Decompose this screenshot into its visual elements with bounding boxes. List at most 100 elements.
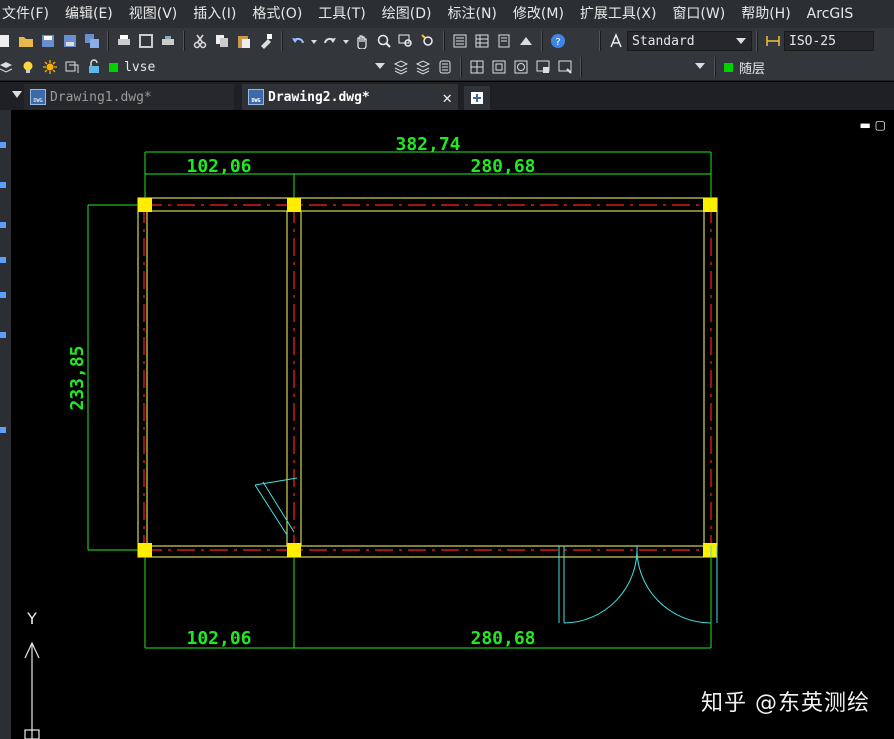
column-top-middle <box>287 198 301 212</box>
drawing-canvas[interactable]: ▬ ▢ 382,74 102,06 280,68 233,85 102,06 2… <box>11 110 894 739</box>
redo-dropdown-icon[interactable] <box>342 31 350 51</box>
zoom-previous-icon[interactable] <box>418 31 438 51</box>
markup-icon[interactable] <box>516 31 536 51</box>
cut-icon[interactable] <box>190 31 210 51</box>
redo-icon[interactable] <box>320 31 340 51</box>
new-drawing-icon <box>471 92 483 104</box>
layer-previous-icon[interactable] <box>413 57 433 77</box>
centerlines <box>143 204 712 551</box>
new-file-icon[interactable] <box>0 31 14 51</box>
help-icon[interactable]: ? <box>548 31 568 51</box>
toolbar-separator <box>443 31 445 51</box>
palette-marker-icon[interactable] <box>0 257 6 263</box>
menu-format[interactable]: 格式(O) <box>244 0 310 28</box>
dim-overall-top: 382,74 <box>395 134 460 155</box>
menu-dimension[interactable]: 标注(N) <box>440 0 505 28</box>
left-tool-palette <box>0 82 11 739</box>
undo-icon[interactable] <box>288 31 308 51</box>
menu-draw[interactable]: 绘图(D) <box>374 0 440 28</box>
toolbar-separator <box>756 31 758 51</box>
entry-door-left-swing <box>563 545 638 624</box>
menu-edit[interactable]: 编辑(E) <box>57 0 121 28</box>
palette-marker-icon[interactable] <box>0 427 6 433</box>
chevron-down-icon <box>695 63 705 69</box>
menu-file[interactable]: 文件(F) <box>0 0 57 28</box>
zoom-realtime-icon[interactable] <box>374 31 394 51</box>
layer-name: lvse <box>124 59 156 75</box>
color-swatch <box>724 62 733 72</box>
properties-icon[interactable] <box>450 31 470 51</box>
dim-bottom-left: 102,06 <box>186 628 251 649</box>
entry-door-right-swing <box>636 545 712 624</box>
dim-line-left-height <box>87 204 138 551</box>
paste-icon[interactable] <box>234 31 254 51</box>
dimension-style-select[interactable]: ISO-25 <box>784 31 874 51</box>
toolbar-separator <box>580 57 582 77</box>
toolbar-separator <box>599 31 601 51</box>
tab-drawing1[interactable]: DWG Drawing1.dwg* <box>24 84 234 110</box>
dwg-file-icon: DWG <box>30 89 46 105</box>
tool-palette-icon[interactable] <box>494 31 514 51</box>
menu-help[interactable]: 帮助(H) <box>733 0 798 28</box>
layer-on-bulb-icon[interactable] <box>18 57 38 77</box>
undo-dropdown-icon[interactable] <box>310 31 318 51</box>
viewport-polygon-icon[interactable] <box>511 57 531 77</box>
make-current-layer-icon[interactable] <box>391 57 411 77</box>
design-center-icon[interactable] <box>472 31 492 51</box>
color-select[interactable]: 随层 <box>720 57 870 77</box>
menu-arcgis[interactable]: ArcGIS <box>799 0 862 28</box>
menu-view[interactable]: 视图(V) <box>121 0 186 28</box>
viewport-single-icon[interactable] <box>467 57 487 77</box>
pan-hand-icon[interactable] <box>352 31 372 51</box>
viewport-window-icon[interactable] <box>555 57 575 77</box>
menu-modify[interactable]: 修改(M) <box>505 0 572 28</box>
new-tab-button[interactable] <box>464 86 490 110</box>
layer-lock-icon[interactable] <box>84 57 104 77</box>
save-as-icon[interactable] <box>60 31 80 51</box>
viewport-clip-icon[interactable] <box>489 57 509 77</box>
palette-marker-icon[interactable] <box>0 142 6 148</box>
print-icon[interactable] <box>114 31 134 51</box>
menu-extensions[interactable]: 扩展工具(X) <box>572 0 665 28</box>
open-folder-icon[interactable] <box>16 31 36 51</box>
menu-window[interactable]: 窗口(W) <box>664 0 733 28</box>
watermark-text: 知乎 @东英测绘 <box>701 691 870 716</box>
tab-list-dropdown-icon[interactable] <box>12 91 22 98</box>
floor-plan-drawing: 382,74 102,06 280,68 233,85 102,06 280,6… <box>24 134 718 739</box>
dim-line-top-segments <box>145 173 711 198</box>
chevron-down-icon <box>375 63 385 69</box>
zoom-window-icon[interactable] <box>396 31 416 51</box>
viewport-scale-select[interactable] <box>586 57 710 77</box>
palette-marker-icon[interactable] <box>0 222 6 228</box>
layer-freeze-sun-icon[interactable] <box>40 57 60 77</box>
svg-text:?: ? <box>555 37 560 48</box>
dimension-style-icon[interactable] <box>763 31 783 51</box>
menu-bar: 文件(F) 编辑(E) 视图(V) 插入(I) 格式(O) 工具(T) 绘图(D… <box>0 0 894 28</box>
palette-marker-icon[interactable] <box>0 332 6 338</box>
close-tab-icon[interactable]: ✕ <box>442 88 452 107</box>
text-style-value: Standard <box>632 33 695 49</box>
toolbar-separator <box>107 31 109 51</box>
menu-insert[interactable]: 插入(I) <box>185 0 244 28</box>
text-style-icon[interactable] <box>606 31 626 51</box>
viewport-scale-icon[interactable] <box>533 57 553 77</box>
layer-viewport-icon[interactable] <box>62 57 82 77</box>
publish-icon[interactable] <box>158 31 178 51</box>
multi-save-icon[interactable] <box>82 31 102 51</box>
toolbar-separator <box>281 31 283 51</box>
copy-icon[interactable] <box>212 31 232 51</box>
match-properties-icon[interactable] <box>256 31 276 51</box>
save-icon[interactable] <box>38 31 58 51</box>
menu-tools[interactable]: 工具(T) <box>310 0 373 28</box>
palette-marker-icon[interactable] <box>0 292 6 298</box>
toolbar-separator <box>714 57 716 77</box>
color-value: 随层 <box>739 61 766 77</box>
plot-preview-icon[interactable] <box>136 31 156 51</box>
layer-select[interactable]: lvse <box>105 57 390 77</box>
layer-states-icon[interactable] <box>435 57 455 77</box>
text-style-select[interactable]: Standard <box>627 31 752 51</box>
layer-manager-icon[interactable] <box>0 57 16 77</box>
palette-marker-icon[interactable] <box>0 182 6 188</box>
tab-drawing2[interactable]: DWG Drawing2.dwg* ✕ <box>242 84 458 110</box>
document-tab-bar: DWG Drawing1.dwg* DWG Drawing2.dwg* ✕ <box>0 82 894 110</box>
